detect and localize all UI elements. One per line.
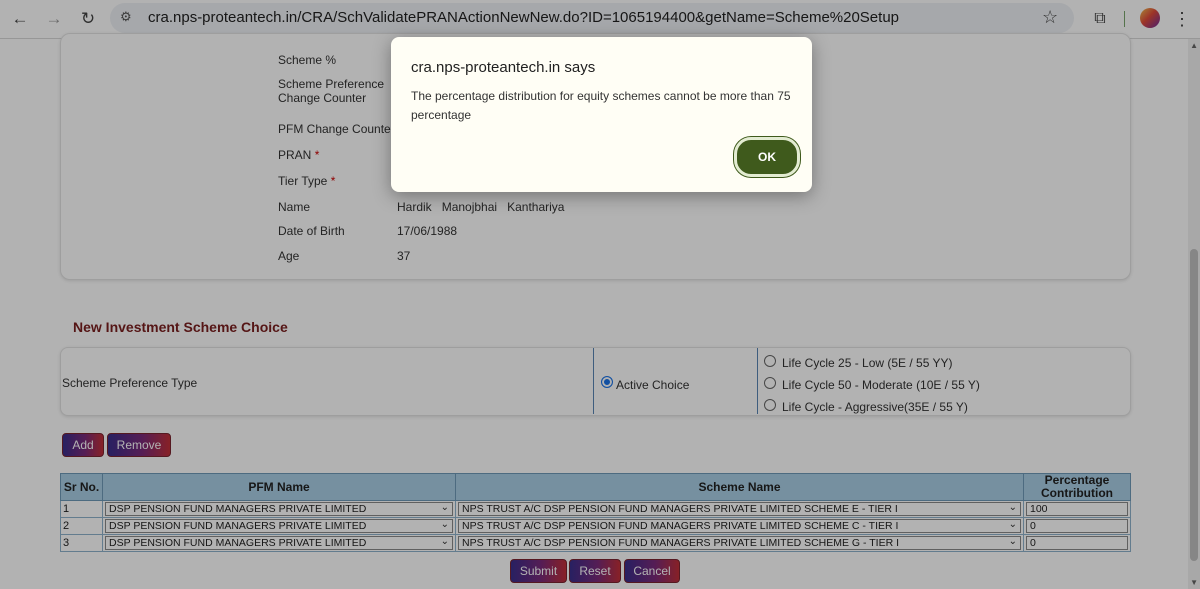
dialog-title: cra.nps-proteantech.in says xyxy=(411,59,596,76)
dialog-message: The percentage distribution for equity s… xyxy=(411,89,791,122)
alert-dialog: cra.nps-proteantech.in says The percenta… xyxy=(391,37,812,192)
ok-button[interactable]: OK xyxy=(734,137,800,177)
